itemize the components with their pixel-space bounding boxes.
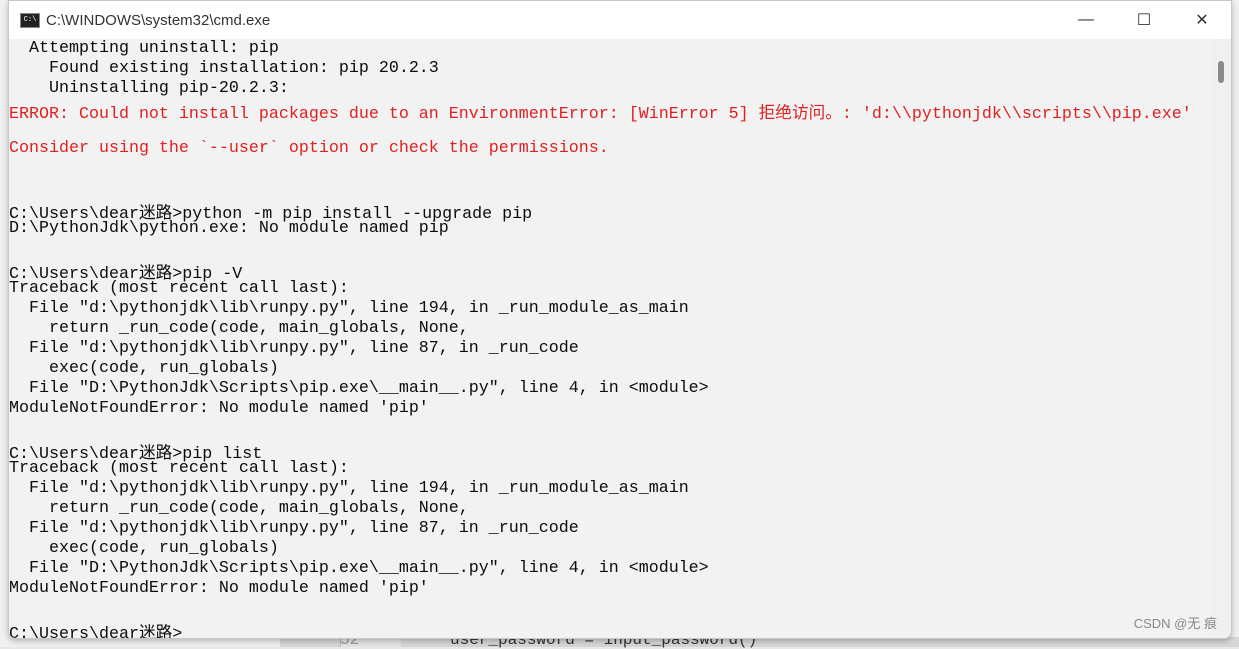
console-line: Attempting uninstall: pip	[9, 39, 279, 58]
scrollbar-thumb[interactable]	[1218, 61, 1224, 83]
title-bar[interactable]: C:\ C:\WINDOWS\system32\cmd.exe — ☐ ✕	[9, 1, 1231, 39]
cmd-icon: C:\	[20, 12, 40, 28]
console-line: Uninstalling pip-20.2.3:	[9, 79, 289, 98]
close-button[interactable]: ✕	[1173, 1, 1231, 39]
cmd-window: C:\ C:\WINDOWS\system32\cmd.exe — ☐ ✕ At…	[8, 0, 1232, 639]
console-line: File "d:\pythonjdk\lib\runpy.py", line 8…	[9, 519, 579, 538]
console-line: File "d:\pythonjdk\lib\runpy.py", line 1…	[9, 479, 689, 498]
console-line: D:\PythonJdk\python.exe: No module named…	[9, 219, 449, 238]
console-line: C:\Users\dear迷路>	[9, 625, 183, 639]
minimize-button[interactable]: —	[1057, 1, 1115, 39]
console-line: C:\Users\dear迷路>python -m pip install --…	[9, 205, 533, 224]
console-line: exec(code, run_globals)	[9, 539, 279, 558]
console-error-line: Consider using the `--user` option or ch…	[9, 139, 609, 158]
console-line: Traceback (most recent call last):	[9, 279, 349, 298]
vertical-scrollbar[interactable]	[1211, 39, 1231, 638]
console-line: C:\Users\dear迷路>pip list	[9, 445, 263, 464]
console-line: ModuleNotFoundError: No module named 'pi…	[9, 399, 429, 418]
window-title: C:\WINDOWS\system32\cmd.exe	[46, 11, 271, 29]
console-line: File "D:\PythonJdk\Scripts\pip.exe\__mai…	[9, 379, 709, 398]
console-line: File "d:\pythonjdk\lib\runpy.py", line 1…	[9, 299, 689, 318]
maximize-button[interactable]: ☐	[1115, 1, 1173, 39]
watermark: CSDN @无 痕	[1133, 616, 1217, 631]
console-line: return _run_code(code, main_globals, Non…	[9, 319, 469, 338]
console-output[interactable]: Attempting uninstall: pip Found existing…	[9, 39, 1209, 638]
console-line: Traceback (most recent call last):	[9, 459, 349, 478]
console-line: return _run_code(code, main_globals, Non…	[9, 499, 469, 518]
console-line: ModuleNotFoundError: No module named 'pi…	[9, 579, 429, 598]
close-icon: ✕	[1195, 12, 1209, 29]
console-line: exec(code, run_globals)	[9, 359, 279, 378]
console-line: File "D:\PythonJdk\Scripts\pip.exe\__mai…	[9, 559, 709, 578]
minimize-icon: —	[1078, 11, 1094, 28]
maximize-icon: ☐	[1136, 12, 1152, 29]
console-error-line: ERROR: Could not install packages due to…	[9, 105, 1192, 124]
console-line: C:\Users\dear迷路>pip -V	[9, 265, 243, 284]
console-line: Found existing installation: pip 20.2.3	[9, 59, 439, 78]
console-line: File "d:\pythonjdk\lib\runpy.py", line 8…	[9, 339, 579, 358]
